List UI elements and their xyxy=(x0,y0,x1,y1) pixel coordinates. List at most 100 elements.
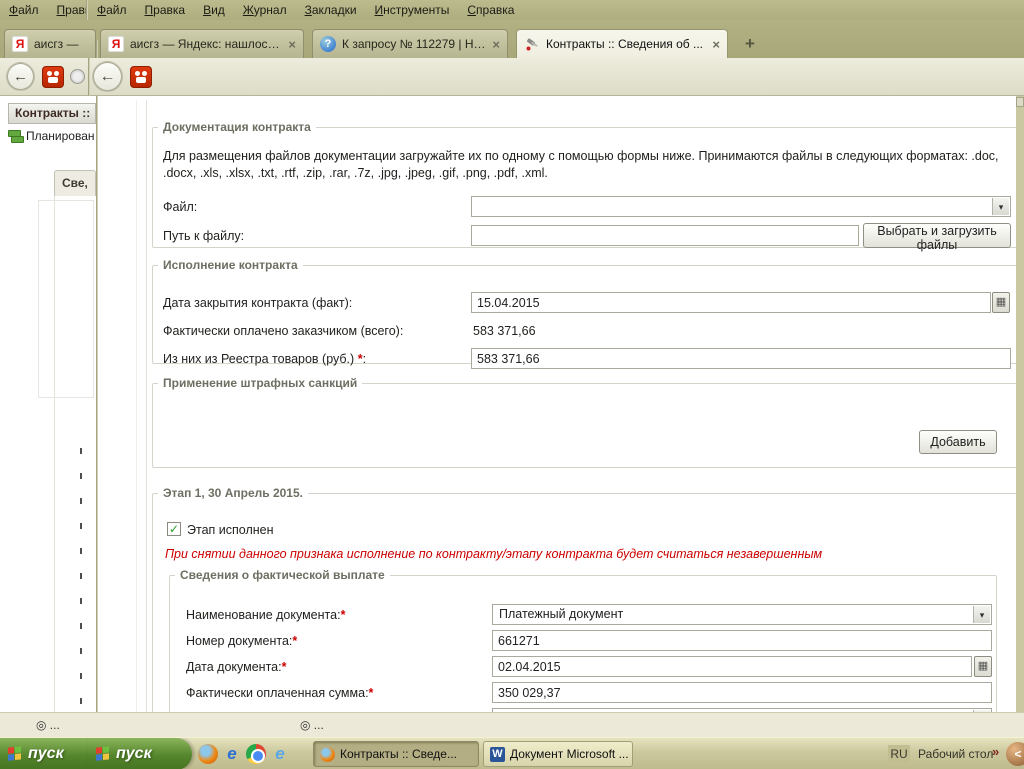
tab-label: аисгз — xyxy=(34,37,79,51)
close-date-input[interactable] xyxy=(471,292,991,313)
app-icon xyxy=(130,66,152,88)
status-fragment: ◎ ... xyxy=(36,718,60,732)
menu-row: Файл Правка Вид Журнал Закладки Инструме… xyxy=(88,0,523,20)
chevron-down-icon: ▾ xyxy=(973,606,990,623)
gavel-favicon xyxy=(524,36,540,52)
close-date-label: Дата закрытия контракта (факт): xyxy=(163,296,353,310)
menu-history[interactable]: Журнал xyxy=(234,0,296,20)
payment-section: Сведения о фактической выплате Наименова… xyxy=(169,568,997,712)
window-edge xyxy=(88,58,90,96)
doc-date-input[interactable] xyxy=(492,656,972,677)
tab-helpdesk[interactable]: ? К запросу № 112279 | HelpD... × xyxy=(312,29,508,58)
status-fragment: ◎ ... xyxy=(300,718,324,732)
tray-more-icon[interactable]: < xyxy=(1006,742,1024,766)
background-text-fragments xyxy=(80,448,82,708)
file-path-input[interactable] xyxy=(471,225,859,246)
quicklaunch-ie-icon[interactable]: e xyxy=(222,744,242,764)
tab-yandex-search[interactable]: Я аисгз — Яндекс: нашлось 2... × xyxy=(100,29,304,58)
background-window-menu: Файл Правка xyxy=(0,0,86,20)
stage-legend: Этап 1, 30 Апрель 2015. xyxy=(163,486,303,500)
chevron-down-icon: ▾ xyxy=(992,198,1009,215)
tab-background-window[interactable]: Я аисгз — xyxy=(4,29,96,58)
tree-item-label: Планирован xyxy=(26,129,95,143)
start-button[interactable]: пуск xyxy=(0,738,88,769)
tab-label: аисгз — Яндекс: нашлось 2... xyxy=(130,37,283,51)
background-tab-fragment[interactable]: Све, xyxy=(54,170,96,196)
menu-tools[interactable]: Инструменты xyxy=(366,0,459,20)
menu-edit-bg[interactable]: Правка xyxy=(48,0,86,20)
menu-edit[interactable]: Правка xyxy=(136,0,195,20)
menu-file-bg[interactable]: Файл xyxy=(0,0,48,20)
tab-contracts-active[interactable]: Контракты :: Сведения об ... × xyxy=(516,29,728,58)
desktop-toolbar-label[interactable]: Рабочий стол xyxy=(918,747,993,761)
tab-label: Контракты :: Сведения об ... xyxy=(546,37,704,51)
task-label: Контракты :: Сведе... xyxy=(340,747,457,761)
stage-section: Этап 1, 30 Апрель 2015. ✓ Этап исполнен … xyxy=(152,486,1018,712)
yandex-favicon: Я xyxy=(108,36,124,52)
menu-file[interactable]: Файл xyxy=(88,0,136,20)
tab-close-icon[interactable]: × xyxy=(288,38,296,51)
registry-input[interactable] xyxy=(471,348,1011,369)
menu-bookmarks[interactable]: Закладки xyxy=(296,0,366,20)
documentation-legend: Документация контракта xyxy=(163,120,311,134)
menu-bar: Файл Правка Файл Правка Вид Журнал Закла… xyxy=(0,0,1024,20)
stage-done-checkbox[interactable]: ✓ xyxy=(167,522,181,536)
file-select[interactable]: ▾ xyxy=(471,196,1011,217)
start-button-inner[interactable]: пуск xyxy=(88,738,192,769)
toolbar-expand-chevron[interactable]: » xyxy=(992,744,999,759)
paid-sum-label: Фактически оплаченная сумма:* xyxy=(186,686,374,700)
globe-icon-bg xyxy=(70,69,85,84)
menu-view[interactable]: Вид xyxy=(194,0,234,20)
task-button-word[interactable]: W Документ Microsoft ... xyxy=(483,741,633,767)
penalties-section: Применение штрафных санкций Добавить xyxy=(152,376,1018,468)
scrollbar[interactable] xyxy=(1016,96,1024,712)
task-label: Документ Microsoft ... xyxy=(510,747,629,761)
tab-close-icon[interactable]: × xyxy=(492,38,500,51)
menu-help[interactable]: Справка xyxy=(458,0,523,20)
execution-section: Исполнение контракта Дата закрытия контр… xyxy=(152,258,1018,369)
paid-total-label: Фактически оплачено заказчиком (всего): xyxy=(163,324,404,338)
doc-name-select[interactable]: Платежный документ ▾ xyxy=(492,604,992,625)
screen: Файл Правка Файл Правка Вид Журнал Закла… xyxy=(0,0,1024,769)
divider xyxy=(146,100,147,712)
background-panel-title: Контракты :: xyxy=(8,103,96,124)
penalties-legend: Применение штрафных санкций xyxy=(163,376,358,390)
execution-legend: Исполнение контракта xyxy=(163,258,298,272)
tab-strip: Я аисгз — Я аисгз — Яндекс: нашлось 2...… xyxy=(0,20,1024,78)
add-penalty-button[interactable]: Добавить xyxy=(919,430,997,454)
upload-files-button[interactable]: Выбрать и загрузить файлы xyxy=(863,223,1011,252)
windows-logo-icon xyxy=(96,746,110,761)
start-label: пуск xyxy=(28,745,64,762)
calendar-icon[interactable]: ▦ xyxy=(992,292,1010,313)
calendar-icon[interactable]: ▦ xyxy=(974,656,992,677)
quicklaunch-browser-icon[interactable]: e xyxy=(270,744,290,764)
taskbar: пуск пуск e e Контракты :: Сведе... W До… xyxy=(0,737,1024,769)
stage-warning: При снятии данного признака исполнение п… xyxy=(165,547,823,561)
documentation-description: Для размещения файлов документации загру… xyxy=(163,149,999,180)
doc-number-input[interactable] xyxy=(492,630,992,651)
back-button[interactable]: ← xyxy=(92,61,123,92)
planning-icon xyxy=(8,129,24,143)
stage-done-label: Этап исполнен xyxy=(187,523,274,537)
app-icon-bg xyxy=(42,66,64,88)
new-tab-button[interactable]: + xyxy=(737,32,763,56)
scroll-up-arrow[interactable] xyxy=(1016,97,1024,107)
yandex-favicon: Я xyxy=(12,36,28,52)
paid-sum-input[interactable] xyxy=(492,682,992,703)
doc-name-label: Наименование документа:* xyxy=(186,608,346,622)
task-button-contracts[interactable]: Контракты :: Сведе... xyxy=(313,741,479,767)
quicklaunch-chrome-icon[interactable] xyxy=(246,744,266,764)
firefox-icon xyxy=(320,746,335,762)
word-icon: W xyxy=(490,746,505,762)
helpdesk-favicon: ? xyxy=(320,36,336,52)
documentation-section: Документация контракта Для размещения фа… xyxy=(152,120,1018,252)
status-strip: ◎ ... ◎ ... xyxy=(0,712,1024,737)
back-button-bg[interactable]: ← xyxy=(6,62,35,91)
language-indicator[interactable]: RU xyxy=(888,745,910,763)
tab-label: К запросу № 112279 | HelpD... xyxy=(342,37,486,51)
file-path-label: Путь к файлу: xyxy=(163,229,245,243)
background-tree-item-planning[interactable]: Планирован xyxy=(8,127,96,145)
navigation-toolbar: ← ← new.gz-spb.ru/#cm/contract/exec/lot/… xyxy=(0,58,1024,149)
tab-close-icon[interactable]: × xyxy=(712,38,720,51)
quicklaunch-firefox-icon[interactable] xyxy=(198,744,218,764)
